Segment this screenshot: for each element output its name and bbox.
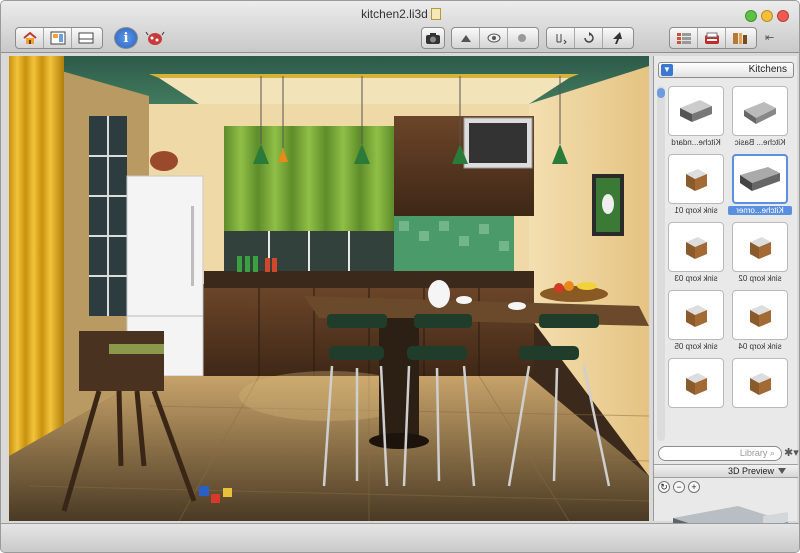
camera-icon[interactable] xyxy=(421,27,445,49)
preview-controls: ↻ − + xyxy=(658,481,700,493)
close-window-button[interactable] xyxy=(777,10,789,22)
item-label: sink korp 02 xyxy=(738,274,782,283)
library-item-kitchen-corner[interactable]: Kitche...orner xyxy=(728,154,792,222)
collapse-icon[interactable]: ⇤ xyxy=(765,31,774,44)
kitchen-render xyxy=(9,56,649,521)
record-icon[interactable] xyxy=(508,28,536,48)
status-bar xyxy=(1,523,799,552)
item-thumbnail xyxy=(668,222,724,272)
library-item-kitchen-standard[interactable]: Kitche...ndard xyxy=(668,86,724,154)
item-thumbnail xyxy=(668,358,724,408)
window-title: kitchen2.li3d xyxy=(1,7,799,21)
walk-icon[interactable] xyxy=(547,28,575,48)
library-item-sink-korp-01[interactable]: sink korp 01 xyxy=(668,154,724,222)
toolbar: kitchen2.li3d i ⇤ xyxy=(1,1,799,53)
minimize-window-button[interactable] xyxy=(761,10,773,22)
rotate-icon[interactable]: ↻ xyxy=(658,481,670,493)
item-label: Kitche...orner xyxy=(728,206,792,215)
pointer-icon[interactable] xyxy=(603,28,631,48)
library-search-input[interactable]: Library ⌕ xyxy=(658,446,782,461)
3d-view[interactable] xyxy=(9,56,649,521)
item-thumbnail xyxy=(732,290,788,340)
render-icon[interactable] xyxy=(452,28,480,48)
item-thumbnail xyxy=(668,154,724,204)
library-item-partial-1[interactable] xyxy=(732,358,788,426)
elevation-icon[interactable] xyxy=(72,28,100,48)
item-label: sink korp 03 xyxy=(674,274,718,283)
library-item-partial-2[interactable] xyxy=(668,358,724,426)
category-label: Kitchens xyxy=(748,64,787,75)
library-scrollbar[interactable] xyxy=(657,86,665,441)
library-panel: ▼ Kitchens Kitche... Basic Kitche...ndar… xyxy=(653,56,799,552)
item-thumbnail xyxy=(732,358,788,408)
gear-icon[interactable]: ✱▾ xyxy=(784,446,799,459)
eye-icon[interactable] xyxy=(480,28,508,48)
search-icon: ⌕ xyxy=(769,448,775,458)
category-select[interactable]: ▼ Kitchens xyxy=(658,62,794,78)
library-item-sink-korp-05[interactable]: sink korp 05 xyxy=(668,290,724,358)
navigation-group xyxy=(546,27,634,49)
disclosure-triangle-icon xyxy=(778,468,786,474)
floorplan-icon[interactable] xyxy=(44,28,72,48)
library-item-kitchen-basic[interactable]: Kitche... Basic xyxy=(732,86,788,154)
item-label: Kitche...ndard xyxy=(671,138,721,147)
zoom-out-icon[interactable]: − xyxy=(673,481,685,493)
document-icon xyxy=(430,8,441,20)
item-label: sink korp 05 xyxy=(674,342,718,351)
panel-mode-group xyxy=(669,27,757,49)
preview-title: 3D Preview xyxy=(727,466,774,476)
item-thumbnail xyxy=(668,290,724,340)
item-thumbnail xyxy=(668,86,724,136)
item-thumbnail xyxy=(732,86,788,136)
app-window: kitchen2.li3d i ⇤ ▼ Kitchens Kitche... B… xyxy=(0,0,800,553)
search-placeholder: Library xyxy=(739,448,768,458)
render-mode-group xyxy=(451,27,539,49)
catalog-icon[interactable] xyxy=(698,28,726,48)
orbit-icon[interactable] xyxy=(575,28,603,48)
list-view-icon[interactable] xyxy=(670,28,698,48)
library-item-sink-korp-02[interactable]: sink korp 02 xyxy=(732,222,788,290)
window-title-text: kitchen2.li3d xyxy=(361,7,428,21)
window-controls xyxy=(745,10,789,22)
item-thumbnail xyxy=(732,154,788,204)
item-label: Kitche... Basic xyxy=(734,138,786,147)
item-label: sink korp 01 xyxy=(674,206,718,215)
library-icon[interactable] xyxy=(726,28,754,48)
view-mode-group xyxy=(15,27,103,49)
bug-icon[interactable] xyxy=(143,27,167,49)
item-label: sink korp 04 xyxy=(738,342,782,351)
chevron-down-icon: ▼ xyxy=(661,64,673,76)
preview-header[interactable]: 3D Preview xyxy=(654,464,798,478)
library-item-sink-korp-04[interactable]: sink korp 04 xyxy=(732,290,788,358)
item-thumbnail xyxy=(732,222,788,272)
zoom-in-icon[interactable]: + xyxy=(688,481,700,493)
info-icon[interactable]: i xyxy=(114,27,138,49)
library-item-sink-korp-03[interactable]: sink korp 03 xyxy=(668,222,724,290)
scroll-thumb[interactable] xyxy=(657,88,665,98)
home-icon[interactable] xyxy=(16,28,44,48)
library-grid: Kitche... Basic Kitche...ndard Kitche...… xyxy=(668,86,792,441)
zoom-window-button[interactable] xyxy=(745,10,757,22)
